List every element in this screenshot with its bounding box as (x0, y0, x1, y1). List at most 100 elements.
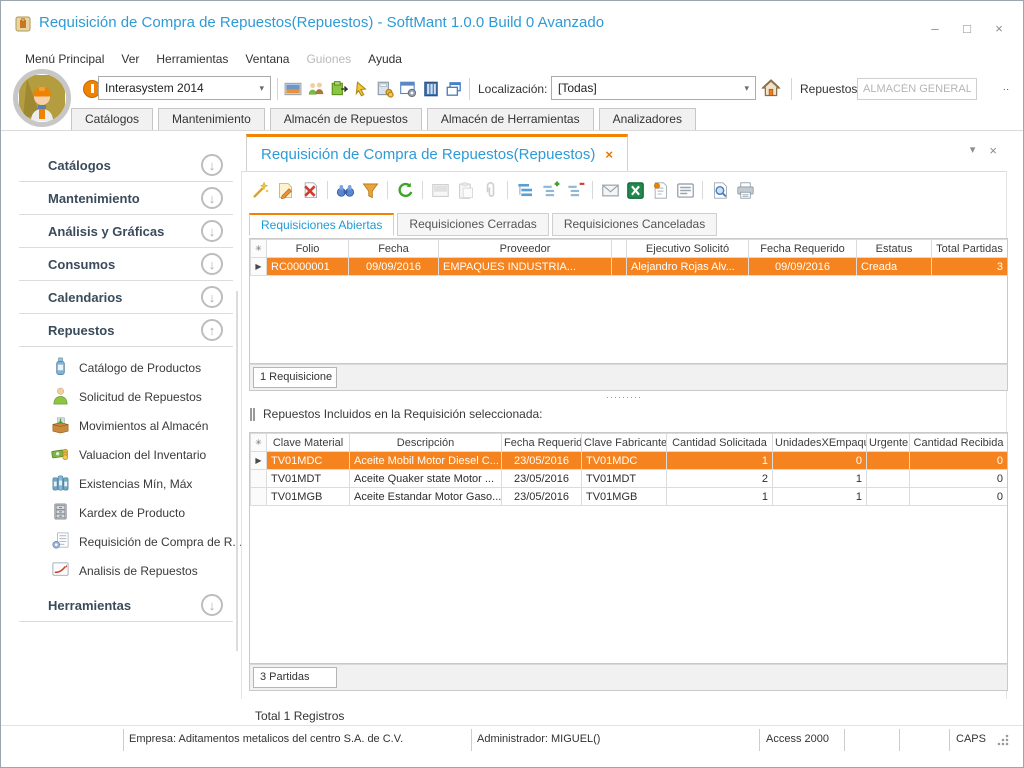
column-header[interactable]: Fecha (349, 240, 439, 258)
status-caps: CAPS (956, 733, 986, 745)
tab-analizadores[interactable]: Analizadores (599, 108, 696, 130)
tree-collapse-icon[interactable] (565, 180, 585, 200)
sidebar-item-existencias-min-max[interactable]: Existencias Mín, Máx (1, 469, 241, 498)
detail-section-label: Repuestos Incluidos en la Requisición se… (263, 407, 543, 421)
sidebar-scrollbar[interactable] (236, 291, 238, 651)
minimize-button[interactable]: – (923, 19, 947, 39)
menu-ventana[interactable]: Ventana (245, 52, 289, 66)
column-header[interactable]: Proveedor (439, 240, 612, 258)
column-header[interactable]: UnidadesXEmpaque (773, 434, 867, 452)
table-row[interactable]: TV01MDT Aceite Quaker state Motor ... 23… (251, 470, 1008, 488)
home-icon[interactable] (761, 78, 781, 98)
chevron-up-circle-icon[interactable]: ↑ (201, 319, 223, 341)
column-header[interactable]: Fecha Requerido (749, 240, 857, 258)
sidebar-item-catalogo-productos[interactable]: Catálogo de Productos (1, 353, 241, 382)
document-tab[interactable]: Requisición de Compra de Repuestos(Repue… (246, 134, 628, 171)
sidebar-section-catalogos[interactable]: Catálogos ↓ (19, 149, 233, 182)
column-header[interactable]: Cantidad Recibida (910, 434, 1008, 452)
splitter-handle[interactable]: ········· (242, 391, 1006, 404)
column-header[interactable]: Cantidad Solicitada (667, 434, 773, 452)
menu-ver[interactable]: Ver (121, 52, 139, 66)
column-header[interactable] (612, 240, 627, 258)
tree-list-icon[interactable] (515, 180, 535, 200)
partidas-count-button[interactable]: 3 Partidas (253, 667, 337, 688)
sidebar-section-repuestos[interactable]: Repuestos ↑ (19, 314, 233, 347)
filter-icon[interactable] (360, 180, 380, 200)
sidebar-item-movimientos-almacen[interactable]: Movimientos al Almacén (1, 411, 241, 440)
column-header[interactable]: Descripción (350, 434, 502, 452)
column-header[interactable]: Ejecutivo Solicitó (627, 240, 749, 258)
tab-almacen-repuestos[interactable]: Almacén de Repuestos (270, 108, 422, 130)
menu-ayuda[interactable]: Ayuda (368, 52, 402, 66)
export-box-icon[interactable] (329, 79, 349, 99)
sidebar-section-mantenimiento[interactable]: Mantenimiento ↓ (19, 182, 233, 215)
system-combobox[interactable]: Interasystem 2014 ▾ (98, 76, 271, 100)
localizacion-combobox[interactable]: [Todas] ▾ (551, 76, 756, 100)
sidebar-item-analisis-repuestos[interactable]: Analisis de Repuestos (1, 556, 241, 585)
close-button[interactable]: × (987, 19, 1011, 39)
menu-herramientas[interactable]: Herramientas (156, 52, 228, 66)
menu-principal[interactable]: Menú Principal (25, 52, 104, 66)
document-tab-close-icon[interactable]: × (605, 147, 613, 162)
calculator-coins-icon[interactable] (375, 79, 395, 99)
column-header[interactable]: Fecha Requerido (502, 434, 582, 452)
tab-list-dropdown-icon[interactable]: ▾ (970, 143, 976, 158)
sidebar-item-kardex-producto[interactable]: Kardex de Producto (1, 498, 241, 527)
window-settings-icon[interactable] (398, 79, 418, 99)
more-button[interactable]: ‥ (997, 81, 1015, 97)
table-row[interactable]: TV01MGB Aceite Estandar Motor Gaso... 23… (251, 488, 1008, 506)
column-header[interactable]: Urgente (867, 434, 910, 452)
email-icon[interactable] (600, 180, 620, 200)
chevron-down-circle-icon[interactable]: ↓ (201, 220, 223, 242)
chevron-down-circle-icon[interactable]: ↓ (201, 286, 223, 308)
print-icon[interactable] (735, 180, 755, 200)
image-icon[interactable] (283, 79, 303, 99)
chevron-down-circle-icon[interactable]: ↓ (201, 594, 223, 616)
users-icon[interactable] (306, 79, 326, 99)
sidebar-section-consumos[interactable]: Consumos ↓ (19, 248, 233, 281)
requisiciones-count-button[interactable]: 1 Requisicione (253, 367, 337, 388)
column-header[interactable]: Total Partidas (932, 240, 1008, 258)
chevron-down-circle-icon[interactable]: ↓ (201, 187, 223, 209)
tab-requisiciones-abiertas[interactable]: Requisiciones Abiertas (249, 213, 394, 236)
sidebar-section-herramientas[interactable]: Herramientas ↓ (19, 589, 233, 622)
sidebar-section-analisis[interactable]: Análisis y Gráficas ↓ (19, 215, 233, 248)
table-row[interactable]: ▶ TV01MDC Aceite Mobil Motor Diesel C...… (251, 452, 1008, 470)
repuestos-input[interactable] (857, 78, 977, 100)
cascade-windows-icon[interactable] (444, 79, 464, 99)
tab-catalogos[interactable]: Catálogos (71, 108, 153, 130)
txt-export-icon[interactable] (675, 180, 695, 200)
sidebar-item-requisicion-compra[interactable]: Requisición de Compra de R... (1, 527, 241, 556)
table-row[interactable]: ▶ RC0000001 09/09/2016 EMPAQUES INDUSTRI… (251, 258, 1008, 276)
document-panel: Requisiciones Abiertas Requisiciones Cer… (241, 171, 1007, 699)
print-preview-icon[interactable] (710, 180, 730, 200)
tab-requisiciones-cerradas[interactable]: Requisiciones Cerradas (397, 213, 548, 236)
resize-grip[interactable] (997, 734, 1009, 746)
tab-mantenimiento[interactable]: Mantenimiento (158, 108, 265, 130)
magic-wand-icon[interactable] (250, 180, 270, 200)
tree-expand-icon[interactable] (540, 180, 560, 200)
edit-icon[interactable] (275, 180, 295, 200)
chevron-down-circle-icon[interactable]: ↓ (201, 154, 223, 176)
binoculars-icon[interactable] (335, 180, 355, 200)
tab-requisiciones-canceladas[interactable]: Requisiciones Canceladas (552, 213, 717, 236)
avatar[interactable] (13, 69, 71, 127)
column-header[interactable]: Clave Material (267, 434, 350, 452)
export-doc-icon[interactable] (650, 180, 670, 200)
column-header[interactable]: Folio (267, 240, 349, 258)
column-header[interactable]: Clave Fabricante (582, 434, 667, 452)
column-header[interactable]: Estatus (857, 240, 932, 258)
sidebar-item-solicitud-repuestos[interactable]: Solicitud de Repuestos (1, 382, 241, 411)
sidebar-section-calendarios[interactable]: Calendarios ↓ (19, 281, 233, 314)
sidebar-item-valuacion-inventario[interactable]: Valuacion del Inventario (1, 440, 241, 469)
edit-cursor-icon[interactable] (352, 79, 372, 99)
columns-book-icon[interactable] (421, 79, 441, 99)
close-document-icon[interactable]: × (989, 143, 997, 158)
excel-export-icon[interactable] (625, 180, 645, 200)
tab-almacen-herramientas[interactable]: Almacén de Herramientas (427, 108, 594, 130)
chevron-down-circle-icon[interactable]: ↓ (201, 253, 223, 275)
delete-icon[interactable] (300, 180, 320, 200)
maximize-button[interactable]: □ (955, 19, 979, 39)
app-window: Requisición de Compra de Repuestos(Repue… (0, 0, 1024, 768)
refresh-icon[interactable] (395, 180, 415, 200)
